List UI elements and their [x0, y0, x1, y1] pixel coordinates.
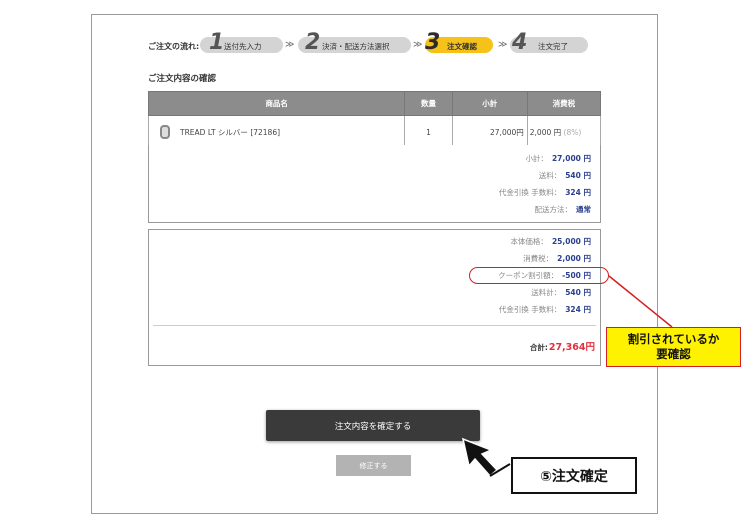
step-separator: ≫: [285, 40, 295, 50]
modify-button[interactable]: 修正する: [336, 455, 411, 476]
discount-check-callout: 割引されているか 要確認: [606, 327, 741, 367]
summary-divider: [153, 325, 596, 326]
total-label: 合計:: [529, 343, 548, 352]
step-separator: ≫: [413, 40, 423, 50]
step-3-active: 3 注文確認: [425, 30, 493, 55]
summary-row-base-price: 本体価格： 25,000 円: [510, 237, 591, 246]
total-value: 27,364円: [548, 342, 595, 353]
shipping-summary: 小計： 27,000 円 送料： 540 円 代金引換 手数料： 324 円 配送方法…: [148, 145, 601, 223]
flow-label: ご注文の流れ:: [148, 42, 200, 51]
cursor-arrow-icon: [461, 437, 511, 478]
table-row: TREAD LT シルバー [72186] 1 27,000円 2,000 円 …: [147, 115, 602, 149]
header-product: 商品名: [147, 91, 406, 116]
summary-row-shipping: 送料： 540 円: [538, 171, 591, 180]
order-table: 商品名 数量 小計 消費税 TREAD LT シルバー [72186] 1 27…: [147, 91, 602, 149]
step-2-number: 2: [305, 30, 321, 55]
product-cell: TREAD LT シルバー [72186]: [147, 115, 406, 149]
step-separator: ≫: [498, 40, 508, 50]
subtotal-cell: 27,000円: [451, 115, 528, 149]
step-4-number: 4: [512, 30, 528, 55]
header-tax: 消費税: [526, 91, 602, 116]
qty-cell: 1: [404, 115, 453, 149]
total-row: 合計:27,364円: [530, 339, 595, 353]
coupon-highlight-oval: [469, 267, 609, 284]
price-summary: 本体価格： 25,000 円 消費税： 2,000 円 クーポン割引額： -500 円…: [148, 229, 601, 366]
product-name: TREAD LT シルバー [72186]: [180, 127, 281, 137]
tax-rate: (8%): [563, 127, 582, 137]
tax-amount: 2,000 円: [529, 127, 562, 137]
header-qty: 数量: [404, 91, 453, 116]
section-title: ご注文内容の確認: [148, 74, 217, 84]
confirm-order-button[interactable]: 注文内容を確定する: [266, 410, 480, 441]
step-2: 2 決済・配送方法選択: [298, 30, 411, 55]
order-confirm-callout: ⑤注文確定: [511, 457, 637, 494]
step-3-number: 3: [425, 30, 441, 55]
summary-row-cod-fee: 代金引換 手数料： 324 円: [498, 188, 591, 197]
summary-row-tax: 消費税： 2,000 円: [523, 254, 591, 263]
step-1-label: 送付先入力: [224, 42, 262, 51]
step-2-label: 決済・配送方法選択: [322, 42, 390, 51]
step-3-label: 注文確認: [447, 42, 477, 51]
summary-row-subtotal: 小計： 27,000 円: [525, 154, 591, 163]
product-thumbnail: [160, 125, 170, 139]
step-1-number: 1: [209, 30, 225, 55]
summary-row-cod-fee: 代金引換 手数料： 324 円: [498, 305, 591, 314]
step-1: 1 送付先入力: [200, 30, 283, 55]
summary-row-shipping-total: 送料計： 540 円: [531, 288, 591, 297]
tax-cell: 2,000 円 (8%): [526, 115, 602, 149]
header-subtotal: 小計: [451, 91, 528, 116]
step-4: 4 注文完了: [510, 30, 588, 55]
callout-line-2: 要確認: [656, 347, 691, 361]
callout-line-1: 割引されているか: [627, 332, 720, 346]
step-4-label: 注文完了: [538, 42, 568, 51]
summary-row-delivery-method: 配送方法： 通常: [534, 205, 592, 214]
table-header-row: 商品名 数量 小計 消費税: [147, 91, 602, 116]
